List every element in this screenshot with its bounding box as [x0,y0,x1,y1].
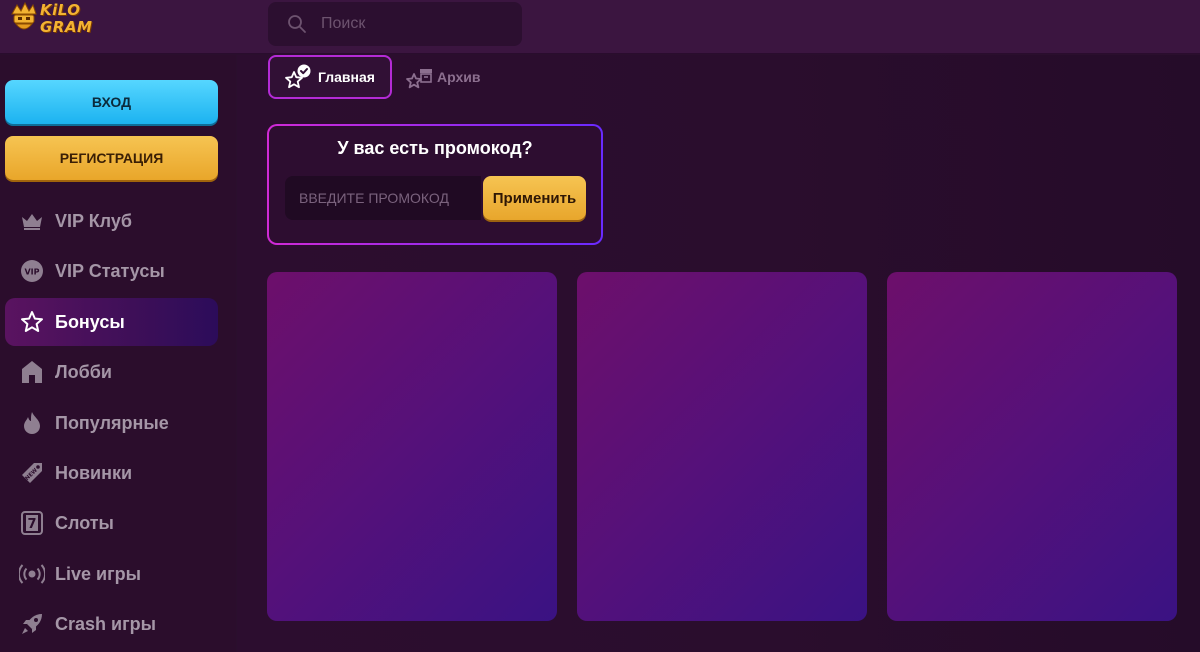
sidebar-item-label: Лобби [55,361,112,382]
tab-archive-label: Архив [437,69,481,85]
tab-archive[interactable]: Архив [405,57,505,97]
crown-icon [19,208,45,234]
bonus-card[interactable] [577,272,867,621]
broadcast-icon [19,561,45,587]
sidebar-item-label: Популярные [55,412,169,433]
sidebar-item-label: VIP Клуб [55,210,133,231]
sidebar-item-crash-games[interactable]: Crash игры [5,600,218,648]
star-archive-icon [406,69,432,89]
sidebar-item-new[interactable]: NEW Новинки [5,449,218,497]
top-bar: KiLO GRAM [0,0,1200,54]
sidebar-item-label: Новинки [55,462,133,483]
sidebar: ВХОД РЕГИСТРАЦИЯ VIP Клуб VIP VIP Статус… [0,55,236,652]
sidebar-item-label: Crash игры [55,613,156,634]
logo-text-line1: KiLO [40,1,81,19]
star-check-icon [285,64,311,89]
search-icon [288,15,306,33]
new-tag-icon: NEW [19,460,45,486]
svg-text:7: 7 [27,517,36,532]
sidebar-item-label: VIP Статусы [55,260,165,281]
register-button[interactable]: РЕГИСТРАЦИЯ [5,136,218,180]
search-box[interactable] [268,2,522,46]
rocket-icon [19,611,45,637]
sidebar-item-vip-club[interactable]: VIP Клуб [5,197,218,245]
flame-icon [19,410,45,436]
apply-promo-button[interactable]: Применить [483,176,586,220]
bonus-card[interactable] [267,272,557,621]
sidebar-item-popular[interactable]: Популярные [5,399,218,447]
login-button[interactable]: ВХОД [5,80,218,124]
sidebar-item-lobby[interactable]: Лобби [5,348,218,396]
logo-text-line2: GRAM [40,18,93,36]
logo[interactable]: KiLO GRAM [8,0,108,44]
search-input[interactable] [321,15,511,33]
bonus-card[interactable] [887,272,1177,621]
sidebar-item-slots[interactable]: 7 Слоты [5,499,218,547]
sidebar-item-bonuses[interactable]: Бонусы [5,298,218,346]
promo-code-input[interactable]: ВВЕДИТЕ ПРОМОКОД [285,176,481,220]
tab-main[interactable]: Главная [268,55,392,99]
vip-badge-icon: VIP [19,258,45,284]
sidebar-item-label: Бонусы [55,311,125,332]
home-icon [19,359,45,385]
star-icon [19,309,45,335]
promo-code-box: У вас есть промокод? ВВЕДИТЕ ПРОМОКОД Пр… [267,124,603,245]
tab-main-label: Главная [318,69,375,85]
sidebar-item-label: Слоты [55,512,114,533]
sidebar-item-vip-statuses[interactable]: VIP VIP Статусы [5,247,218,295]
sidebar-item-label: Live игры [55,563,141,584]
slot-seven-icon: 7 [19,510,45,536]
svg-text:VIP: VIP [24,268,39,277]
sidebar-item-live-games[interactable]: Live игры [5,550,218,598]
promo-title: У вас есть промокод? [337,138,533,158]
